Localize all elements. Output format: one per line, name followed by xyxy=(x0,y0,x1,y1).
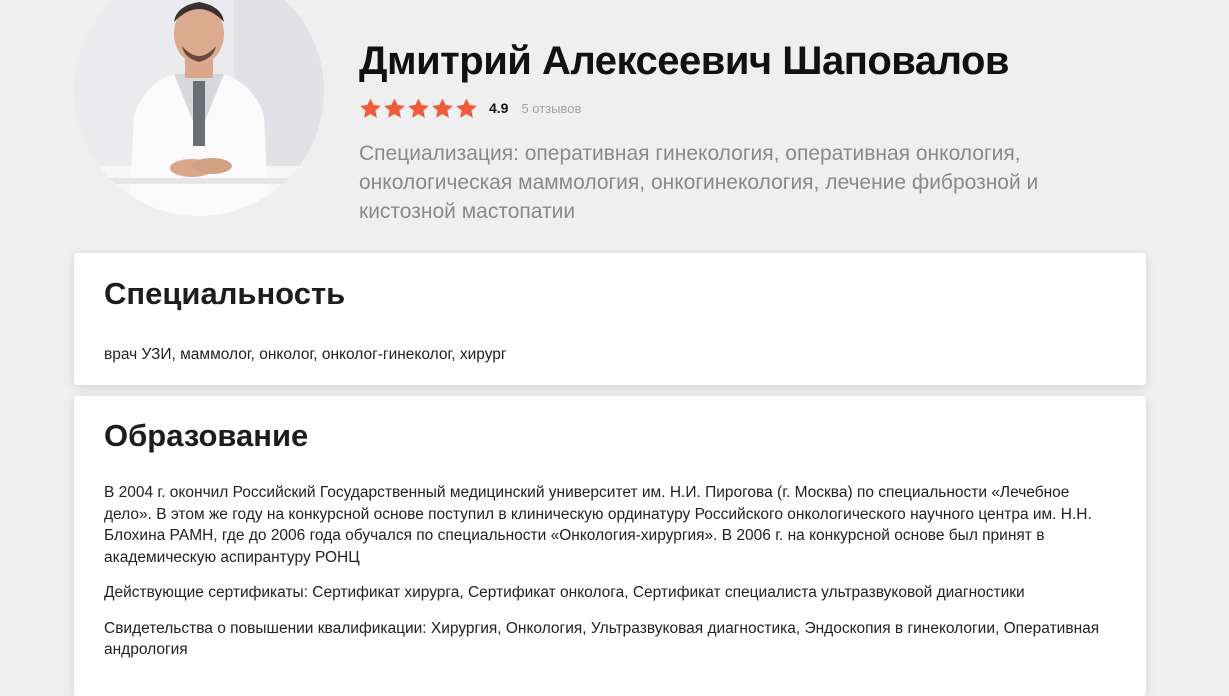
specialty-text: врач УЗИ, маммолог, онколог, онколог-гин… xyxy=(104,346,507,363)
star-icon xyxy=(456,97,477,118)
rating-row: 4.9 5 отзывов xyxy=(359,95,581,121)
specialty-card: Специальность врач УЗИ, маммолог, онколо… xyxy=(74,253,1146,385)
doctor-name: Дмитрий Алексеевич Шаповалов xyxy=(359,39,1010,83)
qualification-paragraph: Свидетельства о повышении квалификации: … xyxy=(104,619,1100,659)
specialization-text: Специализация: оперативная гинекология, … xyxy=(359,142,1039,223)
specialty-title: Специальность xyxy=(104,276,346,311)
star-icon xyxy=(360,97,381,118)
reviews-count-link[interactable]: 5 отзывов xyxy=(521,101,581,116)
rating-stars xyxy=(359,97,478,120)
star-icon xyxy=(384,97,405,118)
education-title: Образование xyxy=(104,418,309,453)
education-paragraph: В 2004 г. окончил Российский Государстве… xyxy=(104,484,1092,566)
star-icon xyxy=(408,97,429,118)
star-icon xyxy=(432,97,453,118)
doctor-avatar xyxy=(74,0,324,216)
certificates-paragraph: Действующие сертификаты: Сертификат хиру… xyxy=(104,584,1025,601)
education-card: Образование В 2004 г. окончил Российский… xyxy=(74,396,1146,696)
rating-score: 4.9 xyxy=(489,100,509,116)
